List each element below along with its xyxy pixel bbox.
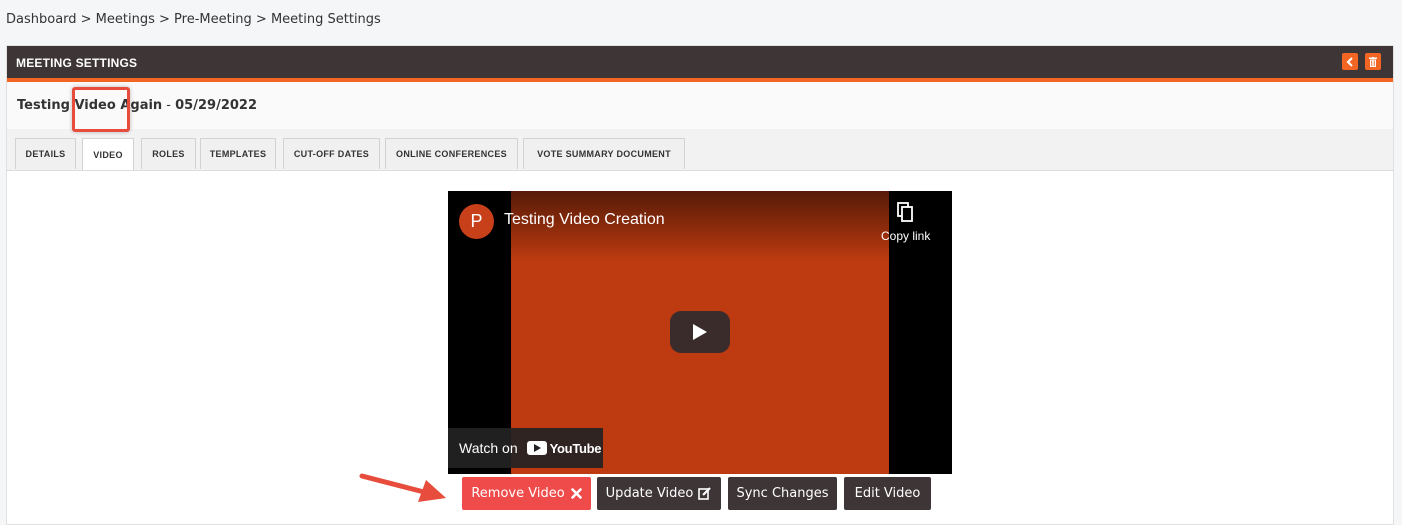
youtube-wordmark: YouTube <box>549 440 602 456</box>
remove-video-label: Remove Video <box>471 486 565 501</box>
play-icon <box>693 324 707 340</box>
tab-details[interactable]: DETAILS <box>15 138 76 169</box>
video-title[interactable]: Testing Video Creation <box>504 211 665 229</box>
watch-on-youtube[interactable]: Watch on YouTube <box>448 428 603 468</box>
channel-avatar[interactable]: P <box>459 204 494 239</box>
youtube-play-icon <box>526 441 547 455</box>
copy-link-icon[interactable] <box>897 202 914 222</box>
card-header: MEETING SETTINGS <box>7 46 1393 82</box>
pointer-arrow-icon <box>359 473 446 502</box>
meeting-title: Testing Video Again - 05/29/2022 <box>17 98 257 113</box>
tab-video[interactable]: VIDEO <box>82 138 134 170</box>
breadcrumb[interactable]: Dashboard > Meetings > Pre-Meeting > Mee… <box>6 12 381 27</box>
tabs-bar: DETAILS VIDEO ROLES TEMPLATES CUT-OFF DA… <box>7 129 1393 171</box>
close-icon <box>570 488 582 499</box>
play-button[interactable] <box>670 311 730 353</box>
meeting-date: 05/29/2022 <box>175 98 257 113</box>
sync-changes-button[interactable]: Sync Changes <box>728 477 837 510</box>
meeting-separator: - <box>162 98 176 113</box>
update-video-label: Update Video <box>605 486 694 501</box>
tab-vote-summary-document[interactable]: VOTE SUMMARY DOCUMENT <box>523 138 685 169</box>
video-tab-highlight <box>72 87 130 132</box>
edit-video-button[interactable]: Edit Video <box>844 477 931 510</box>
video-player[interactable]: P Testing Video Creation Copy link Watch… <box>448 191 952 474</box>
trash-icon <box>1369 56 1377 67</box>
edit-square-icon <box>698 487 712 500</box>
back-button[interactable] <box>1342 53 1358 70</box>
card-title: MEETING SETTINGS <box>16 56 138 70</box>
back-chevron-icon <box>1346 56 1353 67</box>
delete-button[interactable] <box>1365 53 1381 70</box>
watch-on-label: Watch on <box>459 440 518 456</box>
tab-templates[interactable]: TEMPLATES <box>200 138 276 169</box>
update-video-button[interactable]: Update Video <box>597 477 721 510</box>
tab-cut-off-dates[interactable]: CUT-OFF DATES <box>283 138 380 169</box>
tab-roles[interactable]: ROLES <box>141 138 196 169</box>
copy-link-label[interactable]: Copy link <box>881 229 930 243</box>
youtube-logo: YouTube <box>526 440 602 456</box>
meeting-subheader: Testing Video Again - 05/29/2022 <box>7 82 1393 130</box>
tab-online-conferences[interactable]: ONLINE CONFERENCES <box>385 138 518 169</box>
remove-video-button[interactable]: Remove Video <box>462 477 591 510</box>
